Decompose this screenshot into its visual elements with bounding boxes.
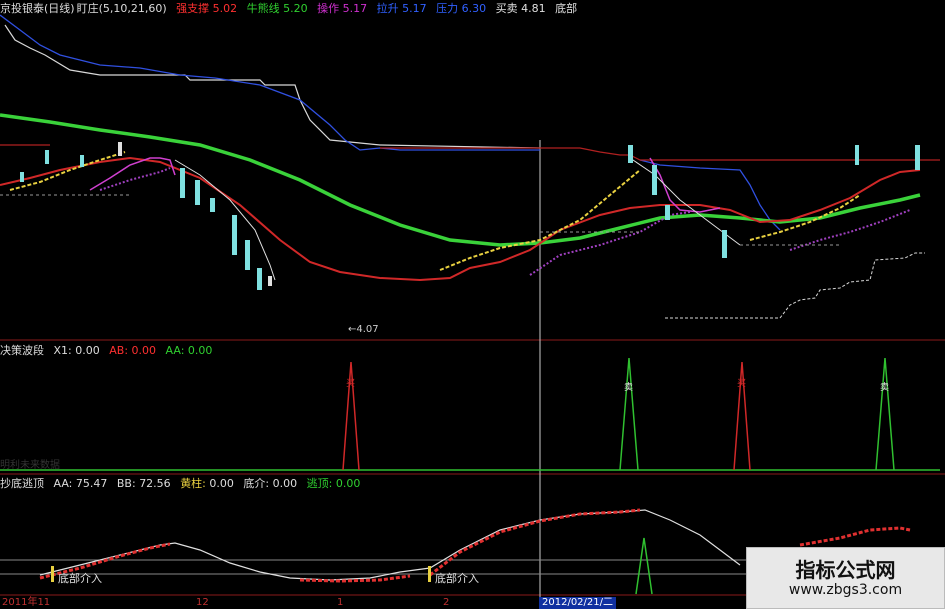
- bottom-top-name[interactable]: 抄底逃顶: [0, 477, 44, 490]
- p3-aa-item: AA: 75.47: [53, 477, 108, 490]
- peak-label-1: 买: [346, 378, 355, 389]
- ma-params: (5,10,21,60): [98, 2, 167, 15]
- x1-item: X1: 0.00: [53, 344, 100, 357]
- yellow-bar-2: [428, 566, 431, 582]
- x-label-nov: 2011年11: [2, 597, 51, 608]
- ind-bottom: 底部: [555, 2, 578, 15]
- operation-dotted-magenta: [99, 167, 171, 191]
- lift-line-blue: [0, 14, 540, 151]
- faded-text: 明利未来数据: [0, 458, 60, 471]
- chart-canvas[interactable]: ←4.07 买 卖 买 卖 明利未来数据 底部介入 底部介入: [0, 0, 945, 609]
- bottom-top-panel-header: 抄底逃顶 AA: 75.47 BB: 72.56 黄柱: 0.00 底介: 0.…: [0, 475, 366, 493]
- peak-label-3: 买: [737, 378, 746, 389]
- p3-bb-item: BB: 72.56: [116, 477, 171, 490]
- aa-item: AA: 0.00: [165, 344, 213, 357]
- bottom-line-white: [665, 252, 925, 319]
- resistance-line-white: [4, 24, 541, 149]
- peak-green-1: [619, 357, 639, 471]
- mode-label: 盯庄: [76, 2, 99, 15]
- x-label-jan: 1: [337, 597, 344, 608]
- p3-bottom-item: 底介: 0.00: [243, 477, 298, 490]
- ind-lift: 拉升 5.17: [376, 2, 427, 15]
- site-watermark: 指标公式网 www.zbgs3.com: [746, 547, 945, 609]
- watermark-url: www.zbgs3.com: [788, 582, 903, 598]
- cursor-date-box: 2012/02/21/二: [539, 597, 617, 609]
- watermark-title: 指标公式网: [795, 558, 896, 582]
- bottom-entry-label-2: 底部介入: [435, 571, 479, 585]
- aa-line-red-2: [429, 508, 641, 577]
- peak-green-2: [875, 357, 895, 471]
- p3-yellow-item: 黄柱: 0.00: [180, 477, 234, 490]
- bb-line-white: [39, 509, 741, 581]
- stock-chart-window: ←4.07 买 卖 买 卖 明利未来数据 底部介入 底部介入 京投银泰(日线) …: [0, 0, 945, 609]
- x-label-feb: 2: [443, 597, 450, 608]
- operation-dotted-magenta-3: [789, 209, 911, 251]
- main-price-panel: ←4.07: [0, 14, 940, 335]
- p3-escape-item: 逃顶: 0.00: [306, 477, 361, 490]
- operation-dotted-magenta-2: [529, 211, 691, 276]
- yellow-bar-1: [51, 566, 54, 582]
- low-price-label: ←4.07: [348, 324, 379, 335]
- escape-peak-green: [635, 537, 653, 595]
- ab-item: AB: 0.00: [109, 344, 157, 357]
- buy-sell-line-white: [174, 159, 276, 281]
- aa-line-red-4: [799, 526, 911, 547]
- stock-name[interactable]: 京投银泰(日线): [0, 2, 75, 15]
- x-label-dec: 12: [196, 597, 209, 608]
- peak-label-4: 卖: [880, 382, 889, 393]
- decision-panel: 买 卖 买 卖 明利未来数据: [0, 357, 940, 471]
- decision-name[interactable]: 决策波段: [0, 344, 44, 357]
- ind-strong-support: 强支撑 5.02: [176, 2, 238, 15]
- main-panel-header: 京投银泰(日线) 盯庄(5,10,21,60) 强支撑 5.02 牛熊线 5.20…: [0, 0, 583, 18]
- bottom-staircase-yellow: [9, 151, 126, 191]
- bottom-entry-label-1: 底部介入: [58, 571, 102, 585]
- ind-buy-sell: 买卖 4.81: [495, 2, 546, 15]
- peak-label-2: 卖: [624, 382, 633, 393]
- ind-operation: 操作 5.17: [317, 2, 368, 15]
- ind-bull-bear: 牛熊线 5.20: [246, 2, 308, 15]
- decision-panel-header: 决策波段 X1: 0.00 AB: 0.00 AA: 0.00: [0, 342, 218, 360]
- ind-pressure: 压力 6.30: [436, 2, 487, 15]
- bull-bear-line-green: [0, 113, 921, 247]
